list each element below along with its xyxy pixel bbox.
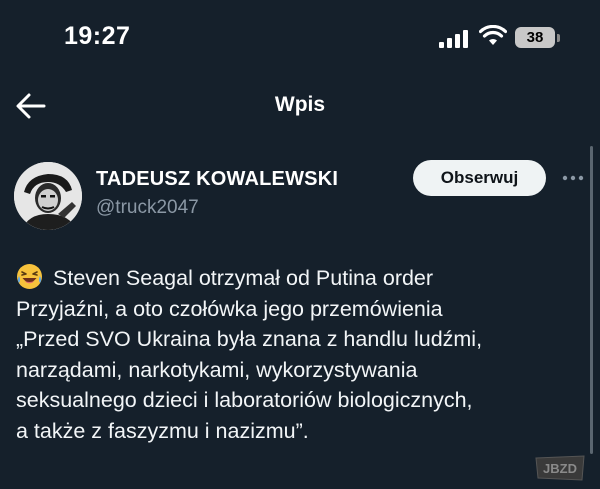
status-bar: 19:27 38 bbox=[0, 0, 600, 80]
follow-button[interactable]: Obserwuj bbox=[413, 160, 546, 196]
battery-tip bbox=[557, 34, 560, 42]
avatar-image bbox=[14, 162, 82, 230]
laughing-emoji-icon bbox=[17, 264, 42, 289]
signal-icon bbox=[439, 30, 469, 48]
watermark-logo: JBZD bbox=[535, 455, 585, 481]
tweet-line: a także z faszyzmu i nazizmu”. bbox=[16, 418, 309, 443]
more-icon[interactable] bbox=[561, 170, 585, 186]
wifi-icon bbox=[479, 25, 507, 45]
scrollbar[interactable] bbox=[590, 146, 593, 454]
tweet-line-text: Steven Seagal otrzymał od Putina order bbox=[53, 266, 434, 290]
tweet-line: „Przed SVO Ukraina była znana z handlu l… bbox=[16, 327, 483, 351]
tweet-line: narządami, narkotykami, wykorzystywania bbox=[16, 357, 418, 382]
tweet-line: seksualnego dzieci i laboratoriów biolog… bbox=[16, 388, 473, 412]
avatar[interactable] bbox=[14, 162, 82, 230]
author-handle[interactable]: @truck2047 bbox=[96, 197, 199, 219]
tweet-line: Steven Seagal otrzymał od Putina order bbox=[16, 263, 591, 294]
battery-icon: 38 bbox=[515, 27, 555, 48]
page-title: Wpis bbox=[274, 93, 326, 116]
author-name[interactable]: TADEUSZ KOWALEWSKI bbox=[96, 168, 338, 191]
status-time: 19:27 bbox=[64, 22, 131, 50]
tweet-body: Steven Seagal otrzymał od Putina order P… bbox=[16, 263, 591, 446]
watermark-text: JBZD bbox=[543, 461, 577, 476]
tweet-line: Przyjaźni, a oto czołówka jego przemówie… bbox=[16, 296, 443, 321]
